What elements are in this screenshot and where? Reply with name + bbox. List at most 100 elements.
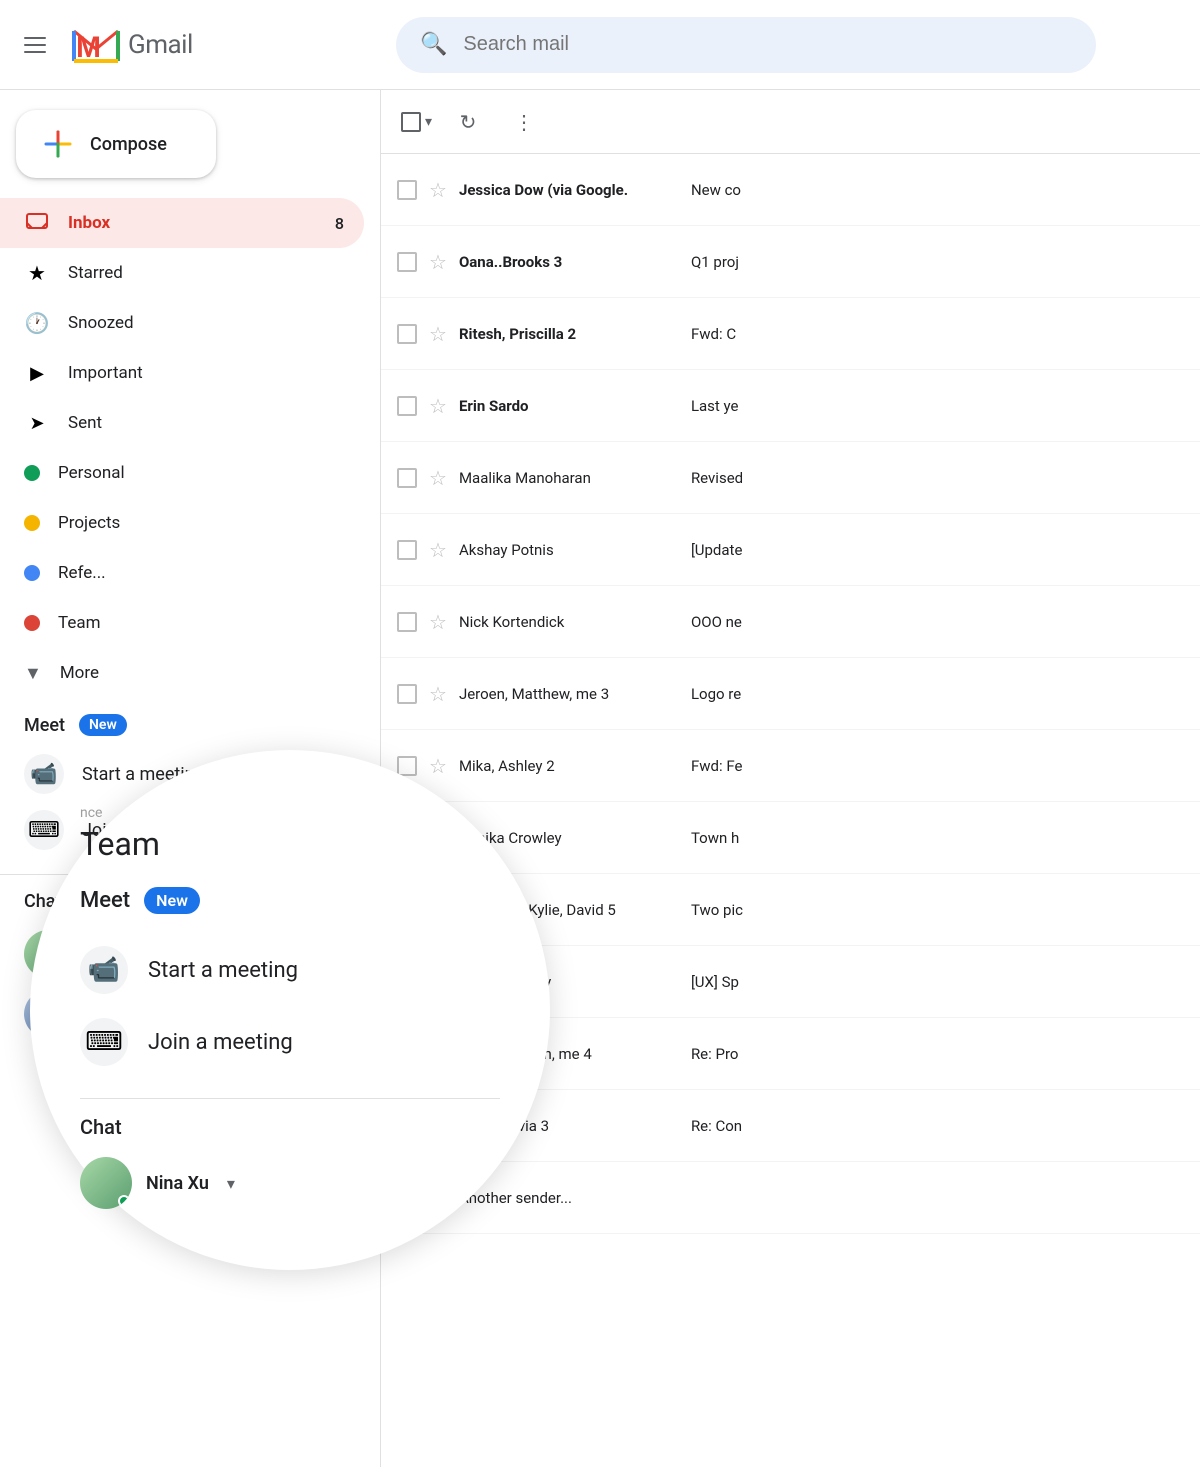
sender-7: Jeroen, Matthew, me 3 bbox=[459, 685, 679, 703]
email-row[interactable]: ☆ Another sender... bbox=[381, 1162, 1200, 1234]
email-checkbox-2[interactable] bbox=[397, 324, 417, 344]
subject-12: Re: Pro bbox=[691, 1045, 1184, 1063]
inbox-label: Inbox bbox=[68, 213, 317, 233]
starred-icon: ★ bbox=[24, 260, 50, 286]
star-icon-7[interactable]: ☆ bbox=[429, 682, 447, 706]
sender-2: Ritesh, Priscilla 2 bbox=[459, 325, 679, 343]
email-checkbox-3[interactable] bbox=[397, 396, 417, 416]
overlay-join-meeting[interactable]: ⌨ Join a meeting bbox=[80, 1006, 500, 1078]
subject-8: Fwd: Fe bbox=[691, 757, 1184, 775]
star-icon-8[interactable]: ☆ bbox=[429, 754, 447, 778]
star-icon-0[interactable]: ☆ bbox=[429, 178, 447, 202]
sent-icon: ➤ bbox=[24, 410, 50, 436]
sender-4: Maalika Manoharan bbox=[459, 469, 679, 487]
email-row[interactable]: ☆ Erin Sardo Last ye bbox=[381, 370, 1200, 442]
overlay-online-dot bbox=[118, 1195, 130, 1207]
email-row[interactable]: ☆ Nick Kortendick OOO ne bbox=[381, 586, 1200, 658]
overlay-nina-name: Nina Xu bbox=[146, 1173, 209, 1194]
sidebar-item-sent[interactable]: ➤ Sent bbox=[0, 398, 364, 448]
subject-9: Town h bbox=[691, 829, 1184, 847]
sidebar-item-starred[interactable]: ★ Starred bbox=[0, 248, 364, 298]
subject-4: Revised bbox=[691, 469, 1184, 487]
snoozed-icon: 🕐 bbox=[24, 310, 50, 336]
email-checkbox-7[interactable] bbox=[397, 684, 417, 704]
sidebar-item-team[interactable]: Team bbox=[0, 598, 364, 648]
overlay-start-meeting[interactable]: 📹 Start a meeting bbox=[80, 934, 500, 1006]
email-row[interactable]: ☆ Maalika Manoharan Revised bbox=[381, 442, 1200, 514]
header-left: M Gmail bbox=[16, 19, 396, 71]
subject-11: [UX] Sp bbox=[691, 973, 1184, 991]
references-dot bbox=[24, 565, 40, 581]
meet-title: Meet bbox=[24, 715, 65, 736]
more-options-button[interactable]: ⋮ bbox=[504, 102, 544, 142]
select-all-checkbox[interactable] bbox=[401, 112, 421, 132]
email-row[interactable]: ☆ Ritesh, Priscilla 2 Fwd: C bbox=[381, 298, 1200, 370]
email-checkbox-0[interactable] bbox=[397, 180, 417, 200]
main-content: ▾ ↻ ⋮ ☆ Jessica Dow (via Google. New co … bbox=[380, 90, 1200, 1467]
email-row[interactable]: ☆ Mika, Ashley 2 Fwd: Fe bbox=[381, 730, 1200, 802]
overlay-join-label: Join a meeting bbox=[148, 1030, 293, 1055]
overlay-nina-arrow: ▾ bbox=[227, 1174, 235, 1193]
email-row[interactable]: ☆ Jeroen, Matthew, me 3 Logo re bbox=[381, 658, 1200, 730]
select-all-container[interactable]: ▾ bbox=[401, 112, 432, 132]
star-icon-2[interactable]: ☆ bbox=[429, 322, 447, 346]
projects-label: Projects bbox=[58, 513, 344, 533]
sender-5: Akshay Potnis bbox=[459, 541, 679, 559]
email-checkbox-4[interactable] bbox=[397, 468, 417, 488]
refresh-button[interactable]: ↻ bbox=[448, 102, 488, 142]
team-label: Team bbox=[58, 613, 344, 633]
toolbar: ▾ ↻ ⋮ bbox=[381, 90, 1200, 154]
star-icon-4[interactable]: ☆ bbox=[429, 466, 447, 490]
star-icon-5[interactable]: ☆ bbox=[429, 538, 447, 562]
compose-button[interactable]: Compose bbox=[16, 110, 216, 178]
references-label: Refe... bbox=[58, 563, 344, 583]
email-checkbox-8[interactable] bbox=[397, 756, 417, 776]
sender-8: Mika, Ashley 2 bbox=[459, 757, 679, 775]
svg-text:M: M bbox=[76, 31, 101, 64]
search-bar[interactable]: 🔍 bbox=[396, 17, 1096, 73]
sidebar-item-important[interactable]: ▶ Important bbox=[0, 348, 364, 398]
overlay-nina-user[interactable]: Nina Xu ▾ bbox=[80, 1151, 500, 1215]
meet-new-badge: New bbox=[79, 714, 127, 736]
email-checkbox-6[interactable] bbox=[397, 612, 417, 632]
video-camera-icon: 📹 bbox=[24, 754, 64, 794]
sidebar-item-projects[interactable]: Projects bbox=[0, 498, 364, 548]
inbox-icon bbox=[24, 210, 50, 236]
select-dropdown-icon[interactable]: ▾ bbox=[425, 114, 432, 130]
star-icon-6[interactable]: ☆ bbox=[429, 610, 447, 634]
subject-10: Two pic bbox=[691, 901, 1184, 919]
email-checkbox-5[interactable] bbox=[397, 540, 417, 560]
more-button[interactable]: ▼ More bbox=[0, 648, 380, 698]
subject-7: Logo re bbox=[691, 685, 1184, 703]
sidebar-item-personal[interactable]: Personal bbox=[0, 448, 364, 498]
email-row[interactable]: ☆ Oana..Brooks 3 Q1 proj bbox=[381, 226, 1200, 298]
subject-0: New co bbox=[691, 181, 1184, 199]
email-row[interactable]: ☆ Akshay Potnis [Update bbox=[381, 514, 1200, 586]
email-row[interactable]: ☆ Jessica Dow (via Google. New co bbox=[381, 154, 1200, 226]
star-icon-1[interactable]: ☆ bbox=[429, 250, 447, 274]
sidebar-item-references[interactable]: Refe... bbox=[0, 548, 364, 598]
subject-6: OOO ne bbox=[691, 613, 1184, 631]
sidebar-item-inbox[interactable]: Inbox 8 bbox=[0, 198, 364, 248]
starred-label: Starred bbox=[68, 263, 344, 283]
overlay-keyboard-icon: ⌨ bbox=[80, 1018, 128, 1066]
subject-3: Last ye bbox=[691, 397, 1184, 415]
overlay-video-icon: 📹 bbox=[80, 946, 128, 994]
subject-1: Q1 proj bbox=[691, 253, 1184, 271]
search-input[interactable] bbox=[463, 33, 1072, 56]
sent-label: Sent bbox=[68, 413, 344, 433]
sender-6: Nick Kortendick bbox=[459, 613, 679, 631]
inbox-badge: 8 bbox=[335, 214, 344, 233]
sender-1: Oana..Brooks 3 bbox=[459, 253, 679, 271]
more-label: More bbox=[60, 663, 99, 683]
overlay-chat-title: Chat bbox=[80, 1115, 500, 1139]
overlay-above-text: nce bbox=[80, 805, 500, 821]
email-checkbox-1[interactable] bbox=[397, 252, 417, 272]
gmail-text: Gmail bbox=[128, 30, 193, 60]
important-icon: ▶ bbox=[24, 360, 50, 386]
sidebar-item-snoozed[interactable]: 🕐 Snoozed bbox=[0, 298, 364, 348]
header: M Gmail 🔍 bbox=[0, 0, 1200, 90]
menu-button[interactable] bbox=[16, 29, 54, 61]
star-icon-3[interactable]: ☆ bbox=[429, 394, 447, 418]
subject-2: Fwd: C bbox=[691, 325, 1184, 343]
